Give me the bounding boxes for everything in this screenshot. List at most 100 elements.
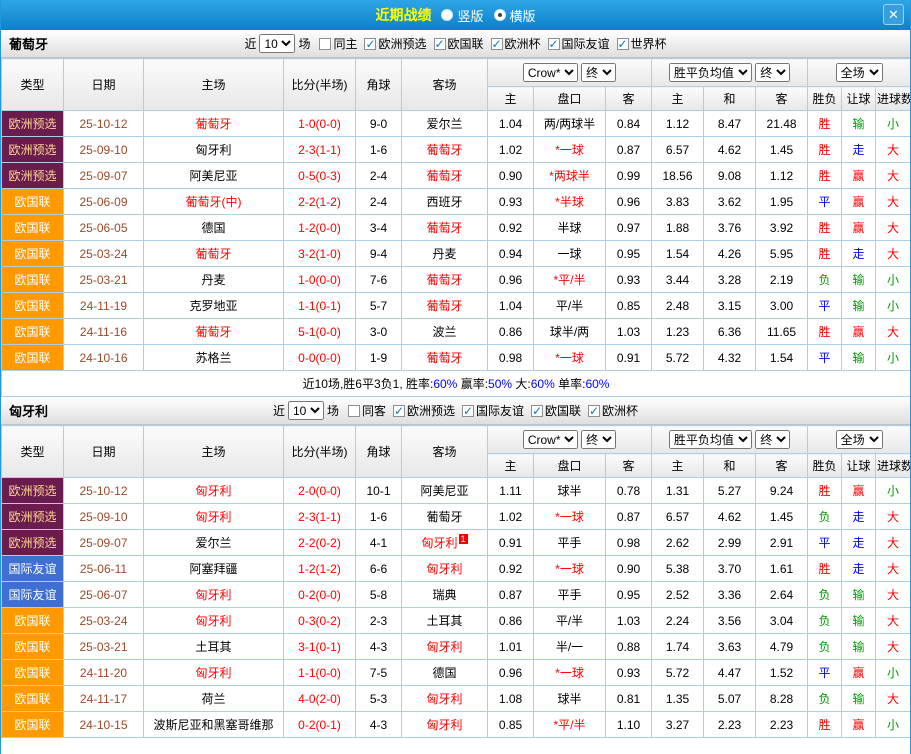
filter-label: 欧国联 <box>448 35 484 52</box>
competition-filter[interactable]: 欧洲杯 <box>491 35 541 52</box>
unchecked-checkbox-icon[interactable] <box>348 405 360 417</box>
radio-selected-icon[interactable] <box>494 9 506 21</box>
result-handicap: 走 <box>842 556 876 582</box>
avg-draw: 6.36 <box>704 319 756 345</box>
competition-filter[interactable]: 欧国联 <box>434 35 484 52</box>
checked-checkbox-icon[interactable] <box>588 405 600 417</box>
avg-stage-select[interactable]: 终 <box>755 63 790 82</box>
summary-stat-label: 单率: <box>555 377 586 391</box>
away-team: 葡萄牙 <box>402 504 488 530</box>
games-label: 场 <box>298 35 310 52</box>
match-row: 欧国联25-03-21土耳其3-1(0-1)4-3匈牙利1.01半/一0.881… <box>2 634 911 660</box>
summary-stat-value: 60% <box>433 377 457 391</box>
away-odds: 0.78 <box>606 478 652 504</box>
avg-header: 胜平负均值 终 <box>652 59 808 87</box>
col-away: 客场 <box>402 59 488 111</box>
corner-score: 9-0 <box>356 111 402 137</box>
avg-draw: 9.08 <box>704 163 756 189</box>
handicap: 半/一 <box>534 634 606 660</box>
result-handicap: 输 <box>842 293 876 319</box>
layout-vertical-option[interactable]: 竖版 <box>441 6 483 25</box>
competition-filter[interactable]: 国际友谊 <box>462 402 524 419</box>
odds-company-select[interactable]: Crow* <box>523 430 578 449</box>
score: 1-0(0-0) <box>284 267 356 293</box>
scope-select[interactable]: 全场 <box>836 430 883 449</box>
handicap: 平/半 <box>534 293 606 319</box>
avg-type-select[interactable]: 胜平负均值 <box>669 430 752 449</box>
result-goals: 小 <box>876 478 911 504</box>
radio-unselected-icon[interactable] <box>441 9 453 21</box>
same-venue-filter[interactable]: 同主 <box>319 35 357 52</box>
away-odds: 0.93 <box>606 267 652 293</box>
odds-stage-select[interactable]: 终 <box>581 63 616 82</box>
match-date: 25-03-21 <box>64 634 144 660</box>
avg-stage-select[interactable]: 终 <box>755 430 790 449</box>
score: 1-1(0-1) <box>284 293 356 319</box>
close-button[interactable]: ✕ <box>883 4 904 25</box>
odds-header: Crow* 终 <box>488 59 652 87</box>
same-venue-filter[interactable]: 同客 <box>348 402 386 419</box>
avg-draw: 3.76 <box>704 215 756 241</box>
home-odds: 0.92 <box>488 556 534 582</box>
col-corner: 角球 <box>356 426 402 478</box>
col-date: 日期 <box>64 426 144 478</box>
competition-filter[interactable]: 欧国联 <box>531 402 581 419</box>
filter-group: 近 10 场 同客欧洲预选国际友谊欧国联欧洲杯 <box>273 401 638 420</box>
result-handicap: 走 <box>842 241 876 267</box>
result-goals: 小 <box>876 111 911 137</box>
competition-filter[interactable]: 世界杯 <box>617 35 667 52</box>
avg-type-select[interactable]: 胜平负均值 <box>669 63 752 82</box>
subcol-handicap-result: 让球 <box>842 87 876 111</box>
avg-away: 1.95 <box>756 189 808 215</box>
home-team: 葡萄牙 <box>144 319 284 345</box>
odds-stage-select[interactable]: 终 <box>581 430 616 449</box>
avg-home: 1.12 <box>652 111 704 137</box>
avg-home: 2.24 <box>652 608 704 634</box>
col-score: 比分(半场) <box>284 59 356 111</box>
competition-filter[interactable]: 欧洲预选 <box>393 402 455 419</box>
checked-checkbox-icon[interactable] <box>531 405 543 417</box>
home-team: 德国 <box>144 215 284 241</box>
checked-checkbox-icon[interactable] <box>434 38 446 50</box>
match-row: 欧国联24-10-15波斯尼亚和黑塞哥维那0-2(0-1)4-3匈牙利0.85*… <box>2 712 911 738</box>
checked-checkbox-icon[interactable] <box>617 38 629 50</box>
competition-filter[interactable]: 欧洲杯 <box>588 402 638 419</box>
match-count-select[interactable]: 10 <box>288 401 324 420</box>
away-team: 葡萄牙 <box>402 215 488 241</box>
result-wdl: 负 <box>808 686 842 712</box>
checked-checkbox-icon[interactable] <box>364 38 376 50</box>
avg-draw: 3.70 <box>704 556 756 582</box>
checked-checkbox-icon[interactable] <box>548 38 560 50</box>
subcol-wdl: 胜负 <box>808 87 842 111</box>
avg-draw: 3.36 <box>704 582 756 608</box>
away-team: 匈牙利 <box>402 712 488 738</box>
match-count-select[interactable]: 10 <box>259 34 295 53</box>
result-goals: 小 <box>876 345 911 371</box>
scope-select[interactable]: 全场 <box>836 63 883 82</box>
handicap: 半球 <box>534 215 606 241</box>
home-team: 匈牙利 <box>144 137 284 163</box>
layout-horizontal-option[interactable]: 横版 <box>494 6 536 25</box>
team-section-hungary: 匈牙利 近 10 场 同客欧洲预选国际友谊欧国联欧洲杯 类型 日期 <box>1 397 910 738</box>
team-section-portugal: 葡萄牙 近 10 场 同主欧洲预选欧国联欧洲杯国际友谊世界杯 类型 日期 <box>1 30 910 397</box>
result-handicap: 走 <box>842 530 876 556</box>
competition-filter[interactable]: 欧洲预选 <box>364 35 426 52</box>
checked-checkbox-icon[interactable] <box>393 405 405 417</box>
match-row: 欧国联25-03-24匈牙利0-3(0-2)2-3土耳其0.86平/半1.032… <box>2 608 911 634</box>
match-row: 国际友谊25-06-11阿塞拜疆1-2(1-2)6-6匈牙利0.92*一球0.9… <box>2 556 911 582</box>
red-card-icon: 1 <box>459 534 468 544</box>
competition-badge: 国际友谊 <box>2 556 64 582</box>
games-label: 场 <box>327 402 339 419</box>
result-handicap: 走 <box>842 137 876 163</box>
result-goals: 大 <box>876 137 911 163</box>
unchecked-checkbox-icon[interactable] <box>319 38 331 50</box>
checked-checkbox-icon[interactable] <box>462 405 474 417</box>
corner-score: 7-5 <box>356 660 402 686</box>
checked-checkbox-icon[interactable] <box>491 38 503 50</box>
competition-filter[interactable]: 国际友谊 <box>548 35 610 52</box>
away-odds: 0.98 <box>606 530 652 556</box>
home-odds: 0.98 <box>488 345 534 371</box>
result-handicap: 赢 <box>842 319 876 345</box>
odds-company-select[interactable]: Crow* <box>523 63 578 82</box>
home-team: 丹麦 <box>144 267 284 293</box>
